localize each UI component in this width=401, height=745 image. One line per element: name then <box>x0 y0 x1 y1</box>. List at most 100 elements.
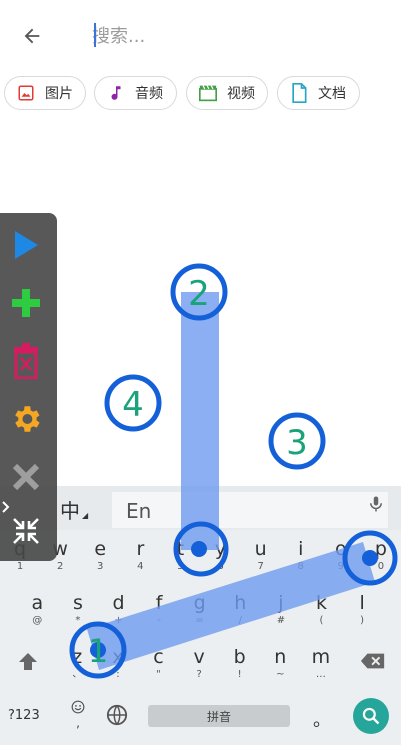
key-u[interactable]: u7 <box>241 539 281 573</box>
triangle-icon: ◢ <box>82 510 89 520</box>
key-h[interactable]: h / <box>220 593 261 627</box>
key-s[interactable]: s * <box>58 593 99 627</box>
chip-image[interactable]: 图片 <box>4 76 86 110</box>
key-main-label: u <box>254 538 267 560</box>
key-y[interactable]: y6 <box>201 539 241 573</box>
floating-toolbar <box>0 213 57 561</box>
collapse-button[interactable] <box>0 509 52 553</box>
key-i[interactable]: i8 <box>281 539 321 573</box>
key-b[interactable]: b! <box>219 647 260 681</box>
lang-switch-english[interactable]: En <box>112 492 388 528</box>
microphone-button[interactable] <box>367 494 387 514</box>
gesture-marker-2[interactable]: 2 <box>170 263 228 321</box>
filter-chips: 图片 音频 视频 文档 <box>0 76 401 112</box>
globe-key[interactable] <box>106 704 130 728</box>
key-sub-label: 、 <box>72 669 83 680</box>
gesture-marker-3[interactable]: 3 <box>268 412 326 470</box>
key-main-label: c <box>153 646 164 668</box>
chip-audio[interactable]: 音频 <box>94 76 177 110</box>
key-l[interactable]: l) <box>342 593 383 627</box>
add-button[interactable] <box>0 281 52 325</box>
play-button[interactable] <box>0 223 52 267</box>
chip-document[interactable]: 文档 <box>277 76 360 110</box>
key-main-label: j <box>278 592 284 614</box>
chip-video[interactable]: 视频 <box>186 76 268 110</box>
soft-keyboard: 中 ◢ En q1w2e3r4t5y6u7i8o9p0 a@s*d+f-g=h/… <box>0 486 401 745</box>
emoji-sub-label: , <box>76 716 80 730</box>
music-note-icon <box>105 82 127 104</box>
key-sub-label: 4 <box>137 561 144 572</box>
key-sub-label: ! <box>237 669 242 680</box>
key-k[interactable]: k( <box>301 593 342 627</box>
period-key[interactable]: 。 <box>313 706 331 731</box>
backspace-key[interactable] <box>356 646 390 676</box>
space-key[interactable]: 拼音 <box>148 705 290 727</box>
document-icon <box>288 82 310 104</box>
key-main-label: i <box>298 538 304 560</box>
key-j[interactable]: j # <box>261 593 302 627</box>
chip-label: 视频 <box>227 86 255 102</box>
lang-switch-chinese[interactable]: 中 ◢ <box>60 494 110 524</box>
key-sub-label: 3 <box>97 561 104 572</box>
key-o[interactable]: o9 <box>321 539 361 573</box>
emoji-key[interactable]: , <box>68 700 88 730</box>
key-a[interactable]: a @ <box>17 593 58 627</box>
shift-key[interactable] <box>12 646 44 678</box>
text-caret <box>94 23 96 47</box>
key-t[interactable]: t5 <box>160 539 200 573</box>
back-button[interactable] <box>16 20 48 52</box>
key-main-label: z <box>72 646 83 668</box>
key-main-label: y <box>214 538 227 560</box>
key-sub-label: 0 <box>377 561 385 572</box>
key-sub-label: 2 <box>56 561 64 572</box>
key-sub-label: 7 <box>257 561 264 572</box>
gesture-marker-4[interactable]: 4 <box>104 374 162 432</box>
key-sub-label: ) <box>360 615 365 626</box>
key-main-label: p <box>374 538 387 560</box>
key-v[interactable]: v? <box>179 647 220 681</box>
search-input[interactable] <box>92 20 382 52</box>
key-sub-label: : <box>116 669 120 680</box>
symbols-key[interactable]: ?123 <box>8 708 40 723</box>
key-sub-label: # <box>276 615 286 626</box>
key-main-label: g <box>193 592 206 614</box>
lang-primary-label: 中 <box>60 498 80 523</box>
key-e[interactable]: e3 <box>80 539 120 573</box>
lang-secondary-label: En <box>126 499 152 523</box>
key-z[interactable]: z、 <box>57 647 98 681</box>
magnifier-icon <box>362 707 380 725</box>
key-x[interactable]: x: <box>98 647 139 681</box>
key-sub-label: / <box>238 615 242 626</box>
key-n[interactable]: n ~ <box>260 647 301 681</box>
close-button[interactable] <box>0 455 52 499</box>
key-c[interactable]: c " <box>138 647 179 681</box>
key-f[interactable]: f- <box>139 593 180 627</box>
key-main-label: v <box>193 646 205 668</box>
key-sub-label: - <box>157 615 161 626</box>
key-sub-label: = <box>195 615 204 626</box>
chip-label: 图片 <box>45 86 73 102</box>
search-action-key[interactable] <box>353 698 389 734</box>
key-sub-label: 8 <box>297 561 304 572</box>
key-main-label: d <box>112 592 125 614</box>
key-main-label: s <box>72 592 83 614</box>
key-p[interactable]: p0 <box>361 539 401 573</box>
chip-label: 文档 <box>318 86 346 102</box>
key-main-label: b <box>233 646 246 668</box>
key-main-label: f <box>155 592 163 614</box>
microphone-icon <box>370 496 382 512</box>
key-r[interactable]: r4 <box>120 539 160 573</box>
globe-icon <box>106 704 128 726</box>
key-sub-label: ( <box>319 615 324 626</box>
collapse-arrows-icon <box>13 518 39 544</box>
trash-icon <box>14 343 38 379</box>
settings-button[interactable] <box>0 397 52 441</box>
key-sub-label: 9 <box>337 561 345 572</box>
key-main-label: n <box>274 646 287 668</box>
key-g[interactable]: g = <box>179 593 220 627</box>
delete-button[interactable] <box>0 339 52 383</box>
plus-icon <box>12 289 40 317</box>
key-d[interactable]: d + <box>98 593 139 627</box>
key-sub-label: @ <box>32 615 43 626</box>
key-m[interactable]: m… <box>301 647 342 681</box>
